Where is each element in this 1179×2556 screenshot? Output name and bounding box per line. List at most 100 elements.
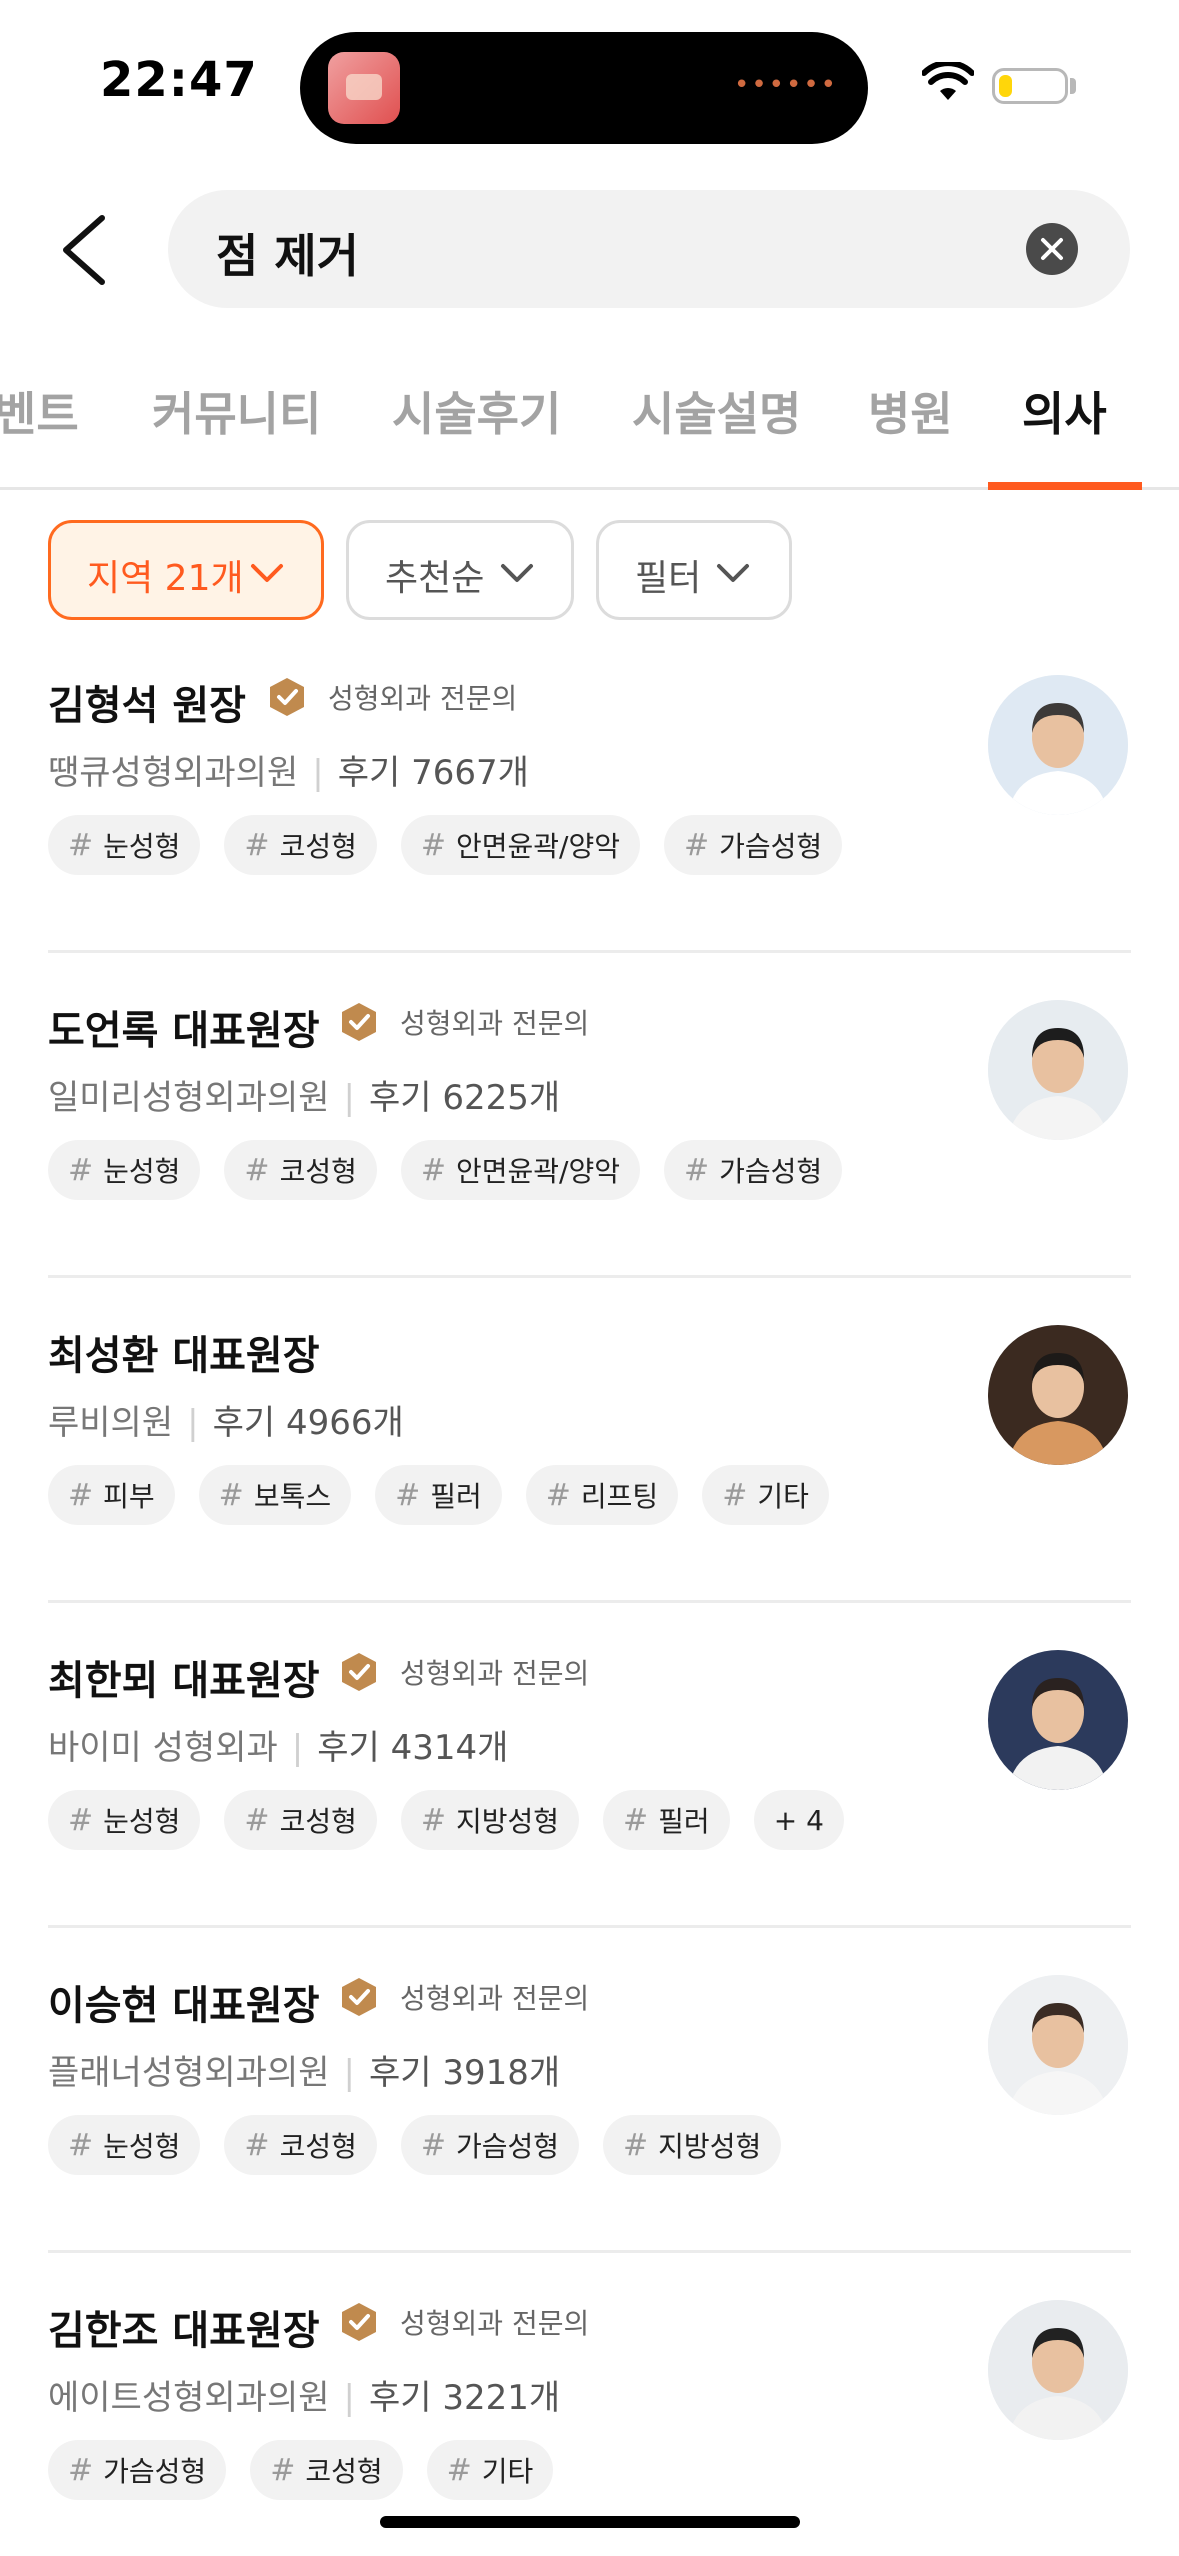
tag-label: 코성형 [279,1805,357,1838]
specialty-tag[interactable]: # 가슴성형 [48,2440,227,2500]
tab-doctors[interactable]: 의사 [1022,378,1107,444]
dynamic-island[interactable]: •••••• [300,32,868,144]
specialty-tag[interactable]: # 코성형 [224,2115,377,2175]
specialty-tag[interactable]: # 눈성형 [48,1790,201,1850]
tag-label: 코성형 [279,1155,357,1188]
doctor-name: 최성환 대표원장 [48,1333,320,1379]
sort-dropdown[interactable]: 추천순 [346,520,574,620]
specialty-tag[interactable]: # 기타 [702,1465,829,1525]
doctor-avatar[interactable] [988,1975,1128,2115]
status-bar: 22:47 •••••• [0,0,1179,170]
hash-icon: # [722,1477,748,1513]
specialty-tag[interactable]: # 눈성형 [48,815,201,875]
info-separator: | [312,753,324,793]
specialist-badge: 성형외과 전문의 [268,677,517,717]
doctor-avatar[interactable] [988,1325,1128,1465]
doctor-card[interactable]: 최성환 대표원장 루비의원 | 후기 4966개 # 피부 # 보톡스 # 필러 # 리프팅 # 기타 [0,1275,1179,1600]
search-input[interactable]: 점 제거 [168,190,1130,308]
specialty-tag[interactable]: # 코성형 [224,1790,377,1850]
doctor-card[interactable]: 김형석 원장 성형외과 전문의 땡큐성형외과의원 | 후기 7667개 # 눈성형 # 코… [0,625,1179,950]
tab-procedure-info[interactable]: 시술설명 [632,378,801,444]
battery-tip [1070,78,1076,94]
doctor-name: 도언록 대표원장 [48,1008,320,1054]
specialty-tag[interactable]: # 피부 [48,1465,175,1525]
more-tags-button[interactable]: + 4 [753,1790,844,1850]
hash-icon: # [420,2127,446,2163]
clinic-name[interactable]: 바이미 성형외과 [48,1728,278,1768]
doctor-photo [988,1650,1128,1790]
specialty-tag[interactable]: # 코성형 [224,1140,377,1200]
specialty-tags: # 눈성형 # 코성형 # 안면윤곽/양악 # 가슴성형 [48,1140,843,1200]
doctor-photo [988,1975,1128,2115]
clinic-name[interactable]: 땡큐성형외과의원 [48,753,298,793]
specialist-badge: 성형외과 전문의 [340,1652,589,1692]
specialty-tag[interactable]: # 눈성형 [48,2115,201,2175]
review-count: 후기 4314개 [317,1728,509,1768]
hash-icon: # [244,827,270,863]
specialty-tags: # 눈성형 # 코성형 # 지방성형 # 필러 + 4 [48,1790,844,1850]
specialty-tag[interactable]: # 기타 [426,2440,554,2500]
tag-label: 기타 [481,2455,534,2488]
doctor-card[interactable]: 최한뫼 대표원장 성형외과 전문의 바이미 성형외과 | 후기 4314개 # 눈성형… [0,1600,1179,1925]
specialty-tag[interactable]: # 가슴성형 [663,1140,843,1200]
doctor-avatar[interactable] [988,2300,1128,2440]
specialty-tag[interactable]: # 코성형 [250,2440,403,2500]
search-query-text: 점 제거 [216,229,359,283]
hash-icon: # [683,827,710,863]
specialty-tag[interactable]: # 보톡스 [198,1465,352,1525]
tag-label: 가슴성형 [455,2130,560,2163]
specialty-tag[interactable]: # 필러 [375,1465,502,1525]
doctor-info: 플래너성형외과의원 | 후기 3918개 [48,2045,560,2094]
doctor-avatar[interactable] [988,675,1128,815]
info-separator: | [187,1403,199,1443]
tag-label: 안면윤곽/양악 [455,830,620,863]
active-tab-indicator [988,482,1142,490]
specialty-tag[interactable]: # 가슴성형 [663,815,843,875]
specialty-tag[interactable]: # 코성형 [224,815,377,875]
tab-event[interactable]: 벤트 [0,378,79,444]
specialty-tag[interactable]: # 지방성형 [603,2115,782,2175]
clinic-name[interactable]: 에이트성형외과의원 [48,2378,330,2418]
doctor-card[interactable]: 김한조 대표원장 성형외과 전문의 에이트성형외과의원 | 후기 3221개 # 가슴… [0,2250,1179,2556]
doctor-avatar[interactable] [988,1650,1128,1790]
region-filter-button[interactable]: 지역 21개 [48,520,324,620]
chevron-left-icon[interactable] [50,210,120,290]
clinic-name[interactable]: 루비의원 [48,1403,173,1443]
hash-icon: # [420,827,446,863]
tab-community[interactable]: 커뮤니티 [152,378,321,444]
doctor-card[interactable]: 도언록 대표원장 성형외과 전문의 일미리성형외과의원 | 후기 6225개 # 눈성… [0,950,1179,1275]
info-separator: | [343,2378,355,2418]
hash-icon: # [68,827,94,863]
tag-label: 필러 [430,1480,482,1513]
specialist-label: 성형외과 전문의 [400,1007,590,1040]
clinic-name[interactable]: 일미리성형외과의원 [48,1078,330,1118]
hash-icon: # [623,1802,649,1838]
specialty-tag[interactable]: # 가슴성형 [400,2115,580,2175]
sort-label: 추천순 [385,558,485,599]
doctor-photo [988,2300,1128,2440]
tag-label: 기타 [757,1480,809,1513]
doctor-card[interactable]: 이승현 대표원장 성형외과 전문의 플래너성형외과의원 | 후기 3918개 # 눈성… [0,1925,1179,2250]
hash-icon: # [623,2127,649,2163]
clinic-name[interactable]: 플래너성형외과의원 [48,2053,330,2093]
specialist-badge: 성형외과 전문의 [340,1977,589,2017]
review-count: 후기 6225개 [369,1078,561,1118]
specialty-tag[interactable]: # 안면윤곽/양악 [400,1140,640,1200]
specialist-label: 성형외과 전문의 [400,1657,590,1690]
tab-reviews[interactable]: 시술후기 [392,378,561,444]
tag-label: 보톡스 [253,1480,332,1513]
specialist-label: 성형외과 전문의 [328,682,518,715]
specialist-badge: 성형외과 전문의 [340,2302,589,2342]
specialty-tag[interactable]: # 필러 [603,1790,730,1850]
specialty-tag[interactable]: # 안면윤곽/양악 [400,815,640,875]
hash-icon: # [244,1152,270,1188]
tab-hospitals[interactable]: 병원 [868,378,953,444]
tag-label: 지방성형 [455,1805,560,1838]
doctor-avatar[interactable] [988,1000,1128,1140]
specialty-tag[interactable]: # 리프팅 [525,1465,679,1525]
close-circle-icon[interactable] [1026,223,1078,275]
info-separator: | [291,1728,304,1768]
filter-dropdown[interactable]: 필터 [596,520,792,620]
specialty-tag[interactable]: # 눈성형 [48,1140,201,1200]
specialty-tag[interactable]: # 지방성형 [400,1790,580,1850]
